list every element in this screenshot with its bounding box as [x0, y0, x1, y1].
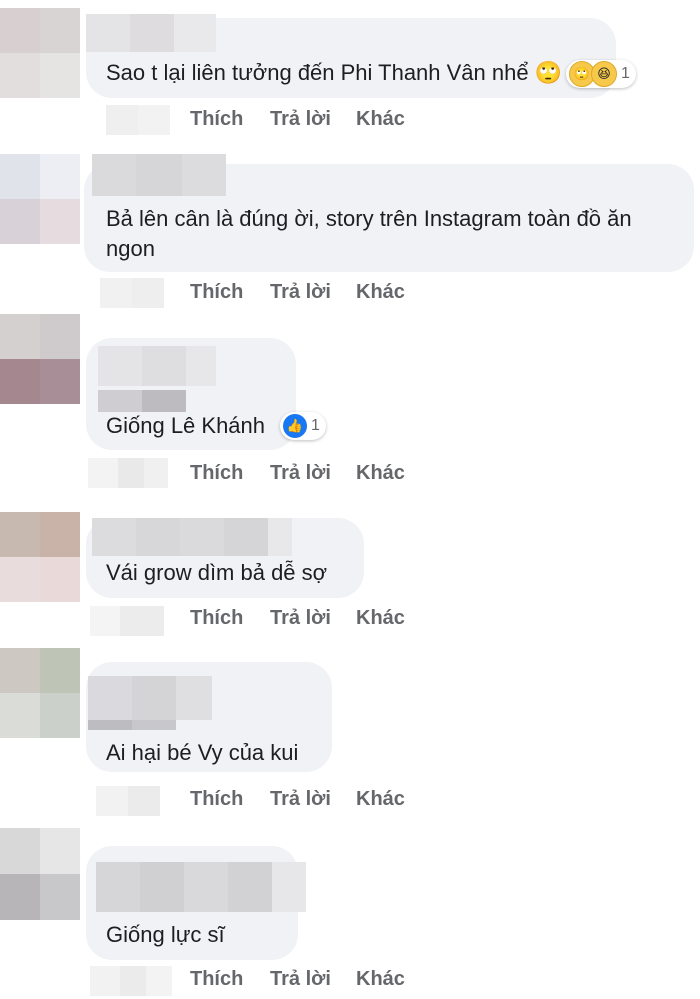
haha-icon: 😆: [591, 61, 617, 87]
timestamp-blurred: [96, 786, 160, 816]
comment-actions: Thích Trả lời Khác: [190, 281, 405, 304]
avatar[interactable]: [0, 8, 80, 98]
author-name-blurred[interactable]: [92, 518, 292, 556]
like-button[interactable]: Thích: [190, 607, 270, 630]
more-button[interactable]: Khác: [356, 462, 405, 485]
author-name-blurred[interactable]: [86, 14, 216, 52]
author-name-blurred[interactable]: [96, 862, 306, 912]
comment-text: Giống lực sĩ: [106, 922, 225, 947]
more-button[interactable]: Khác: [356, 108, 405, 131]
more-button[interactable]: Khác: [356, 968, 405, 991]
author-name-blurred[interactable]: [92, 154, 226, 196]
reply-button[interactable]: Trả lời: [270, 281, 356, 304]
avatar[interactable]: [0, 648, 80, 738]
more-button[interactable]: Khác: [356, 788, 405, 811]
comment-actions: Thích Trả lời Khác: [190, 462, 405, 485]
timestamp-blurred: [106, 105, 170, 135]
comment-actions: Thích Trả lời Khác: [190, 788, 405, 811]
comment-text: Sao t lại liên tưởng đến Phi Thanh Vân n…: [106, 60, 563, 85]
avatar[interactable]: [0, 828, 80, 920]
like-button[interactable]: Thích: [190, 462, 270, 485]
author-name-blurred-2: [98, 390, 186, 412]
like-button[interactable]: Thích: [190, 281, 270, 304]
reply-button[interactable]: Trả lời: [270, 462, 356, 485]
comment-text: Ai hại bé Vy của kui: [106, 740, 299, 765]
avatar[interactable]: [0, 314, 80, 404]
author-name-blurred[interactable]: [98, 346, 216, 386]
author-name-blurred[interactable]: [88, 676, 212, 720]
reply-button[interactable]: Trả lời: [270, 607, 356, 630]
timestamp-blurred: [90, 606, 164, 636]
like-button[interactable]: Thích: [190, 968, 270, 991]
thumbs-up-icon: 👍: [283, 414, 307, 438]
reaction-count: 1: [311, 417, 320, 434]
like-button[interactable]: Thích: [190, 108, 270, 131]
avatar[interactable]: [0, 512, 80, 602]
more-button[interactable]: Khác: [356, 281, 405, 304]
comment-actions: Thích Trả lời Khác: [190, 108, 405, 131]
timestamp-blurred: [88, 458, 168, 488]
author-name-blurred-2: [88, 720, 176, 730]
reaction-count: 1: [621, 65, 630, 82]
comment-text: Vái grow dìm bả dễ sợ: [106, 560, 328, 585]
like-button[interactable]: Thích: [190, 788, 270, 811]
avatar[interactable]: [0, 154, 80, 244]
reply-button[interactable]: Trả lời: [270, 788, 356, 811]
comment-actions: Thích Trả lời Khác: [190, 607, 405, 630]
reaction-summary[interactable]: 👍 1: [280, 412, 326, 440]
reply-button[interactable]: Trả lời: [270, 108, 356, 131]
reaction-summary[interactable]: 🙄 😆 1: [566, 60, 636, 88]
comment-text: Giống Lê Khánh: [106, 413, 266, 438]
timestamp-blurred: [100, 278, 164, 308]
comment-text: Bả lên cân là đúng ời, story trên Instag…: [106, 206, 632, 261]
comment-actions: Thích Trả lời Khác: [190, 968, 405, 991]
reply-button[interactable]: Trả lời: [270, 968, 356, 991]
more-button[interactable]: Khác: [356, 607, 405, 630]
timestamp-blurred: [90, 966, 172, 996]
